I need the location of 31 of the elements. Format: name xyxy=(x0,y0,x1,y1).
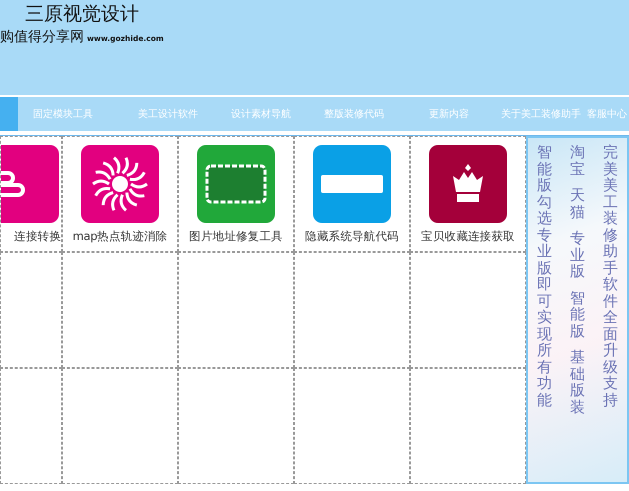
tool-cell[interactable]: 宝贝收藏连接获取 xyxy=(410,136,526,252)
banner-text: 专业版 xyxy=(570,230,585,280)
nav-link[interactable]: 美工设计软件 xyxy=(138,107,198,121)
nav-link[interactable]: 关于美工装修助手 xyxy=(501,107,581,121)
tool-cell[interactable]: 连接转换 xyxy=(0,136,62,252)
tool-label: 隐藏系统导航代码 xyxy=(305,229,399,244)
banner-text: 智能版 xyxy=(570,290,585,339)
tool-label: 图片地址修复工具 xyxy=(189,229,283,244)
nav-accent xyxy=(0,97,18,131)
banner-text: 淘宝 xyxy=(570,144,585,177)
nav-link[interactable]: 客服中心 xyxy=(587,107,627,121)
tool-label: map热点轨迹消除 xyxy=(72,229,168,244)
nav-link[interactable]: 设计素材导航 xyxy=(231,107,291,121)
bar-icon xyxy=(321,175,383,193)
site-subtitle: 购值得分享网 xyxy=(0,28,84,46)
banner-text: 完美美工装修助手软件全面升级支持 xyxy=(603,144,618,408)
tool-label: 宝贝收藏连接获取 xyxy=(421,229,515,244)
nav-link[interactable]: 整版装修代码 xyxy=(324,107,384,121)
tool-cell[interactable]: 隐藏系统导航代码 xyxy=(294,136,410,252)
nav-link[interactable]: 固定模块工具 xyxy=(33,107,93,121)
banner-text: 智能版勾选专业版即可实现所有功能 xyxy=(537,144,552,408)
tool-label: 连接转换 xyxy=(14,229,61,244)
nav-link[interactable]: 更新内容 xyxy=(429,107,469,121)
wavy-frame-icon xyxy=(204,163,268,205)
banner-text: 基础版装 xyxy=(570,349,585,415)
site-title: 三原视觉设计 xyxy=(25,2,140,26)
banner-text: 天猫 xyxy=(570,187,585,220)
crown-icon xyxy=(451,164,485,204)
sun-icon xyxy=(90,154,150,214)
tool-cell[interactable]: map热点轨迹消除 xyxy=(62,136,178,252)
tool-cell[interactable]: 图片地址修复工具 xyxy=(178,136,294,252)
